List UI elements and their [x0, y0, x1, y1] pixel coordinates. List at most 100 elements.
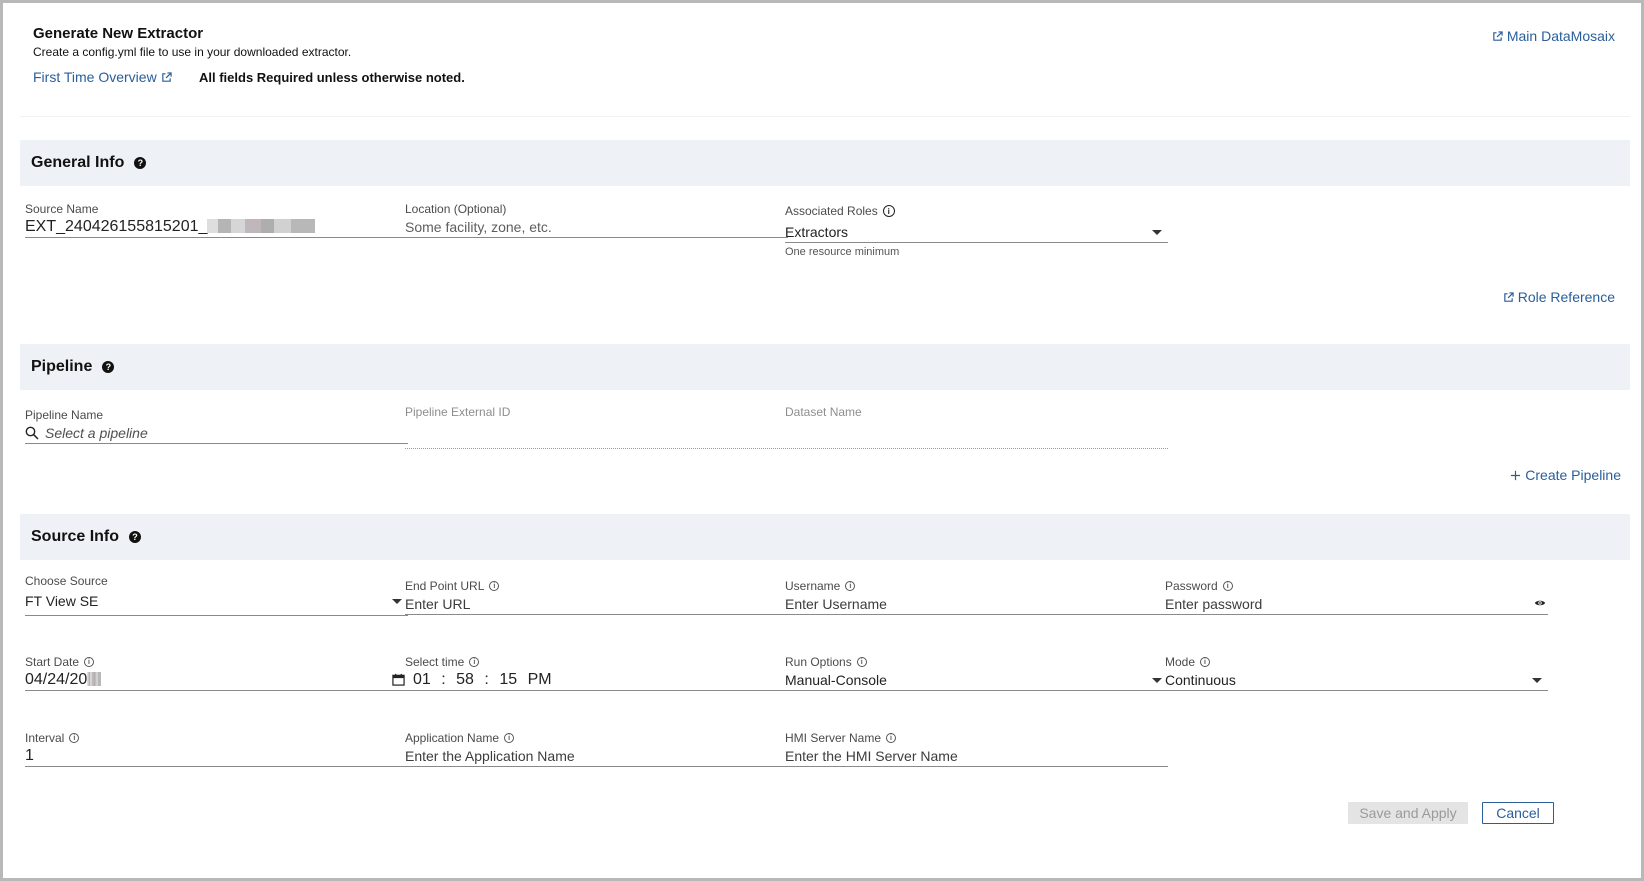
mode-label: Mode [1165, 655, 1196, 669]
pipeline-external-id-input [405, 419, 788, 449]
help-icon[interactable]: ? [102, 361, 115, 373]
associated-roles-field: Associated Roles i Extractors One resourc… [785, 204, 1168, 258]
password-input[interactable]: Enter password [1165, 593, 1548, 615]
section-title-source-info: Source Info [31, 528, 120, 545]
location-input[interactable]: Some facility, zone, etc. [405, 216, 788, 238]
chevron-down-icon [1152, 230, 1162, 235]
dataset-name-input [785, 419, 1168, 449]
info-icon[interactable]: i [845, 581, 856, 591]
select-time-field: Select time i 01 : 58 : 15 PM [405, 655, 788, 691]
help-icon[interactable]: ? [129, 531, 142, 543]
interval-label: Interval [25, 731, 65, 745]
info-icon[interactable]: i [1222, 581, 1233, 591]
run-options-label: Run Options [785, 655, 852, 669]
search-icon [25, 426, 39, 440]
associated-roles-select[interactable]: Extractors [785, 221, 1168, 243]
interval-field: Interval i 1 [25, 731, 408, 767]
username-label: Username [785, 579, 841, 593]
info-icon[interactable]: i [882, 205, 895, 217]
page-subtitle: Create a config.yml file to use in your … [33, 45, 352, 59]
first-time-overview-label: First Time Overview [33, 69, 157, 85]
time-second[interactable]: 15 [499, 671, 517, 688]
endpoint-url-label: End Point URL [405, 579, 485, 593]
pipeline-search-input[interactable]: Select a pipeline [25, 422, 408, 444]
dataset-name-label: Dataset Name [785, 405, 862, 419]
time-minute[interactable]: 58 [456, 671, 474, 688]
header-divider [20, 116, 1630, 117]
username-field: Username i Enter Username [785, 579, 1168, 615]
associated-roles-value: Extractors [785, 224, 849, 240]
info-icon[interactable]: i [69, 733, 80, 743]
pipeline-external-id-field: Pipeline External ID [405, 405, 788, 449]
eye-icon[interactable] [1534, 598, 1546, 608]
source-name-value: EXT_240426155815201_ [25, 218, 208, 235]
info-icon[interactable]: i [504, 733, 515, 743]
time-ampm[interactable]: PM [528, 671, 552, 688]
dataset-name-field: Dataset Name [785, 405, 1168, 449]
endpoint-url-input[interactable]: Enter URL [405, 593, 788, 615]
associated-roles-label: Associated Roles [785, 204, 878, 218]
password-label: Password [1165, 579, 1218, 593]
run-options-value: Manual-Console [785, 672, 887, 688]
start-date-value: 04/24/20 [25, 671, 88, 688]
extractor-dialog: Generate New Extractor Create a config.y… [0, 0, 1644, 881]
interval-input[interactable]: 1 [25, 745, 408, 767]
choose-source-select[interactable]: FT View SE [25, 588, 408, 616]
help-icon[interactable]: ? [134, 157, 147, 169]
choose-source-field: Choose Source FT View SE [25, 574, 408, 616]
section-title-general-info: General Info [31, 154, 125, 171]
role-reference-label: Role Reference [1517, 289, 1615, 305]
info-icon[interactable]: i [469, 657, 480, 667]
endpoint-url-field: End Point URL i Enter URL [405, 579, 788, 615]
select-time-label: Select time [405, 655, 465, 669]
chevron-down-icon [392, 599, 402, 604]
cancel-button[interactable]: Cancel [1482, 802, 1554, 824]
info-icon[interactable]: i [489, 581, 500, 591]
info-icon[interactable]: i [856, 657, 867, 667]
hmi-server-label: HMI Server Name [785, 731, 882, 745]
external-link-icon [1504, 292, 1514, 302]
chevron-down-icon [1152, 678, 1162, 683]
hmi-server-input[interactable]: Enter the HMI Server Name [785, 745, 1168, 767]
pipeline-name-label: Pipeline Name [25, 408, 104, 422]
application-name-input[interactable]: Enter the Application Name [405, 745, 788, 767]
pipeline-header: Pipeline ? [20, 344, 1630, 390]
source-name-input[interactable]: EXT_240426155815201_ [25, 216, 408, 238]
external-link-icon [161, 72, 172, 82]
role-reference-link[interactable]: Role Reference [1503, 289, 1615, 305]
username-input[interactable]: Enter Username [785, 593, 1168, 615]
password-field: Password i Enter password [1165, 579, 1548, 615]
run-options-select[interactable]: Manual-Console [785, 669, 1168, 691]
mode-field: Mode i Continuous [1165, 655, 1548, 691]
pipeline-external-id-label: Pipeline External ID [405, 405, 511, 419]
start-date-label: Start Date [25, 655, 80, 669]
page-title: Generate New Extractor [33, 25, 204, 42]
application-name-field: Application Name i Enter the Application … [405, 731, 788, 767]
info-icon[interactable]: i [886, 733, 897, 743]
source-info-header: Source Info ? [20, 514, 1630, 560]
hmi-server-field: HMI Server Name i Enter the HMI Server Na… [785, 731, 1168, 767]
chevron-down-icon [1532, 678, 1542, 683]
start-date-field: Start Date i 04/24/20 [25, 655, 408, 691]
info-icon[interactable]: i [84, 657, 95, 667]
calendar-icon[interactable] [392, 673, 405, 686]
start-date-input[interactable]: 04/24/20 [25, 669, 408, 691]
first-time-overview-link[interactable]: First Time Overview [33, 69, 172, 85]
associated-roles-helper: One resource minimum [785, 246, 900, 258]
main-datamosaix-link[interactable]: Main DataMosaix [1492, 28, 1615, 44]
source-name-field: Source Name EXT_240426155815201_ [25, 202, 408, 238]
select-time-input[interactable]: 01 : 58 : 15 PM [405, 669, 788, 691]
main-datamosaix-label: Main DataMosaix [1506, 28, 1615, 44]
info-icon[interactable]: i [1200, 657, 1211, 667]
location-field: Location (Optional) Some facility, zone,… [405, 202, 788, 238]
save-and-apply-button[interactable]: Save and Apply [1348, 802, 1468, 824]
required-note: All fields Required unless otherwise not… [199, 70, 465, 85]
pipeline-name-field: Pipeline Name Select a pipeline [25, 408, 408, 444]
mode-value: Continuous [1165, 672, 1236, 688]
time-hour[interactable]: 01 [413, 671, 431, 688]
create-pipeline-link[interactable]: Create Pipeline [1510, 467, 1621, 483]
plus-icon [1511, 470, 1521, 481]
section-title-pipeline: Pipeline [31, 358, 93, 375]
create-pipeline-label: Create Pipeline [1525, 467, 1621, 483]
mode-select[interactable]: Continuous [1165, 669, 1548, 691]
